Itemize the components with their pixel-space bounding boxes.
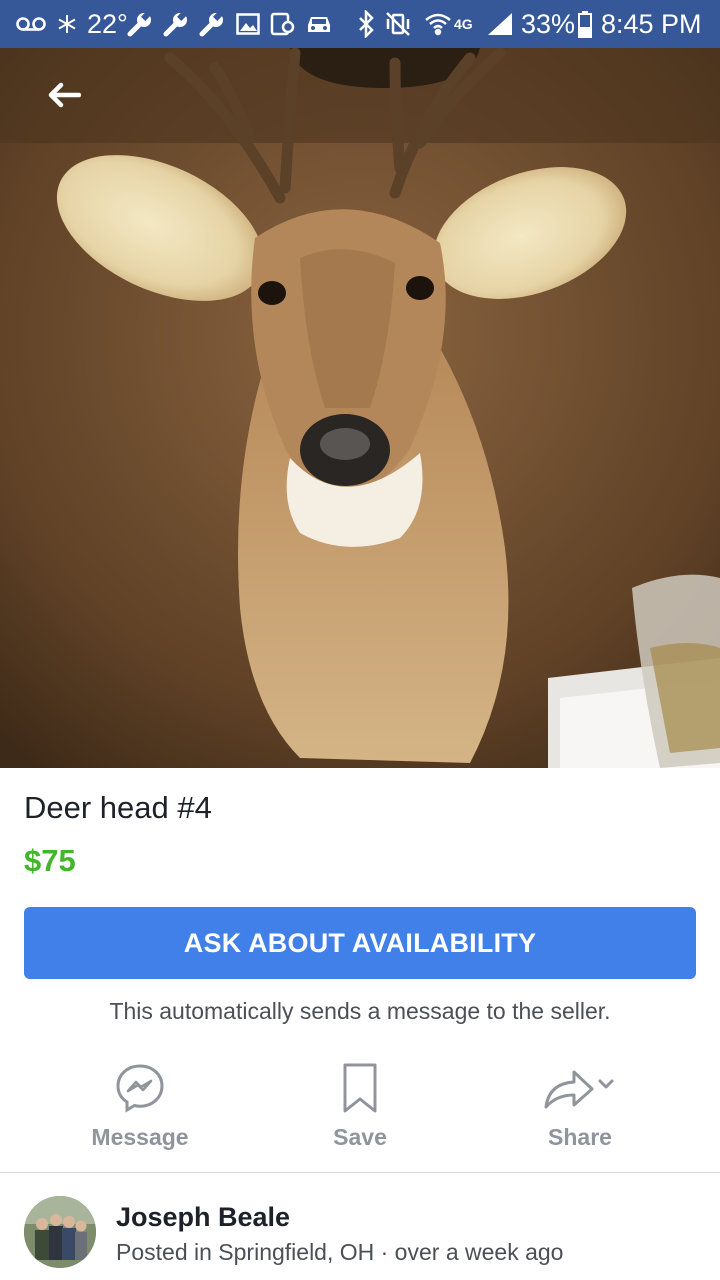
save-label: Save bbox=[333, 1124, 387, 1150]
listing-photo[interactable] bbox=[0, 48, 720, 768]
message-label: Message bbox=[91, 1124, 189, 1150]
save-button[interactable]: Save bbox=[260, 1058, 460, 1158]
share-button[interactable]: Share bbox=[480, 1058, 680, 1158]
post-meta: Posted in Springfield, OH · over a week … bbox=[116, 1239, 564, 1265]
bluetooth-icon bbox=[357, 0, 375, 48]
network-type: 4G bbox=[454, 16, 473, 32]
snowflake-icon bbox=[57, 0, 77, 48]
seller-avatar[interactable] bbox=[24, 1196, 96, 1268]
seller-name[interactable]: Joseph Beale bbox=[116, 1202, 290, 1233]
wrench-icon bbox=[126, 0, 154, 48]
section-divider bbox=[0, 1172, 720, 1173]
message-button[interactable]: Message bbox=[40, 1058, 240, 1158]
back-button[interactable] bbox=[38, 75, 90, 115]
bookmark-icon bbox=[343, 1063, 377, 1113]
listing-title: Deer head #4 bbox=[24, 790, 212, 825]
voicemail-icon bbox=[16, 0, 46, 48]
back-arrow-icon bbox=[48, 82, 81, 108]
car-icon bbox=[305, 0, 333, 48]
cta-hint: This automatically sends a message to th… bbox=[109, 998, 611, 1024]
listing-price: $75 bbox=[24, 843, 76, 878]
share-label: Share bbox=[548, 1124, 612, 1150]
status-bar: 22° 4G 33% 8:45 PM bbox=[0, 0, 720, 48]
signal-icon bbox=[486, 0, 514, 48]
battery-icon bbox=[578, 0, 592, 48]
weather-temperature: 22° bbox=[87, 8, 128, 39]
clock: 8:45 PM bbox=[601, 8, 702, 39]
screenshot-icon bbox=[270, 0, 296, 48]
messenger-icon bbox=[116, 1064, 164, 1113]
wrench-icon bbox=[198, 0, 226, 48]
wrench-icon bbox=[162, 0, 190, 48]
image-icon bbox=[236, 0, 260, 48]
wifi-icon bbox=[424, 0, 452, 48]
share-icon bbox=[544, 1070, 614, 1109]
ask-availability-button[interactable]: ASK ABOUT AVAILABILITY bbox=[24, 907, 696, 979]
vibrate-mute-icon bbox=[384, 0, 412, 48]
battery-percent: 33% bbox=[521, 8, 576, 39]
